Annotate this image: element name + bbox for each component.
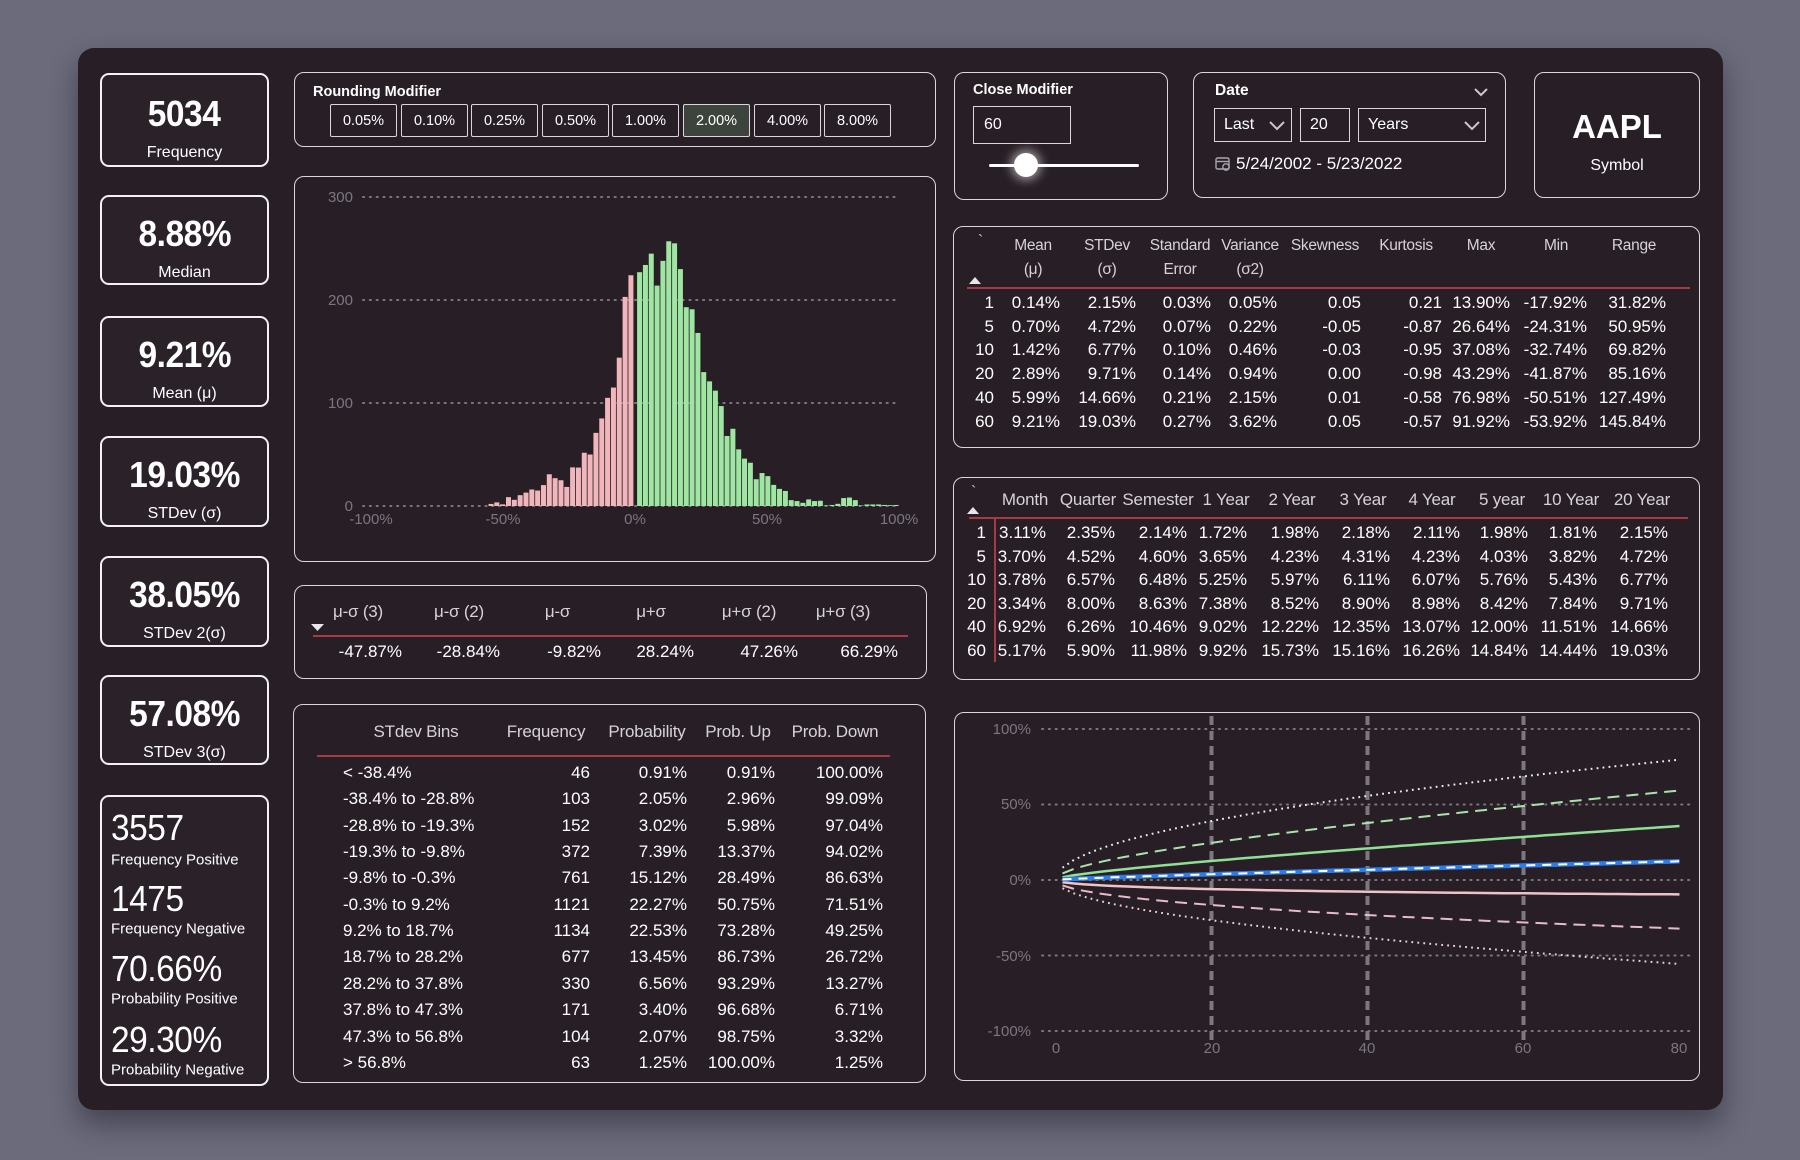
svg-text:100%: 100%	[993, 721, 1031, 738]
svg-text:-50%: -50%	[996, 948, 1031, 965]
svg-text:-100%: -100%	[988, 1023, 1031, 1040]
svg-text:0: 0	[1052, 1040, 1060, 1057]
svg-text:20: 20	[1204, 1040, 1221, 1057]
svg-text:80: 80	[1671, 1040, 1688, 1057]
svg-text:60: 60	[1515, 1040, 1532, 1057]
svg-text:40: 40	[1359, 1040, 1376, 1057]
svg-text:50%: 50%	[1001, 796, 1031, 813]
svg-text:0%: 0%	[1009, 872, 1031, 889]
